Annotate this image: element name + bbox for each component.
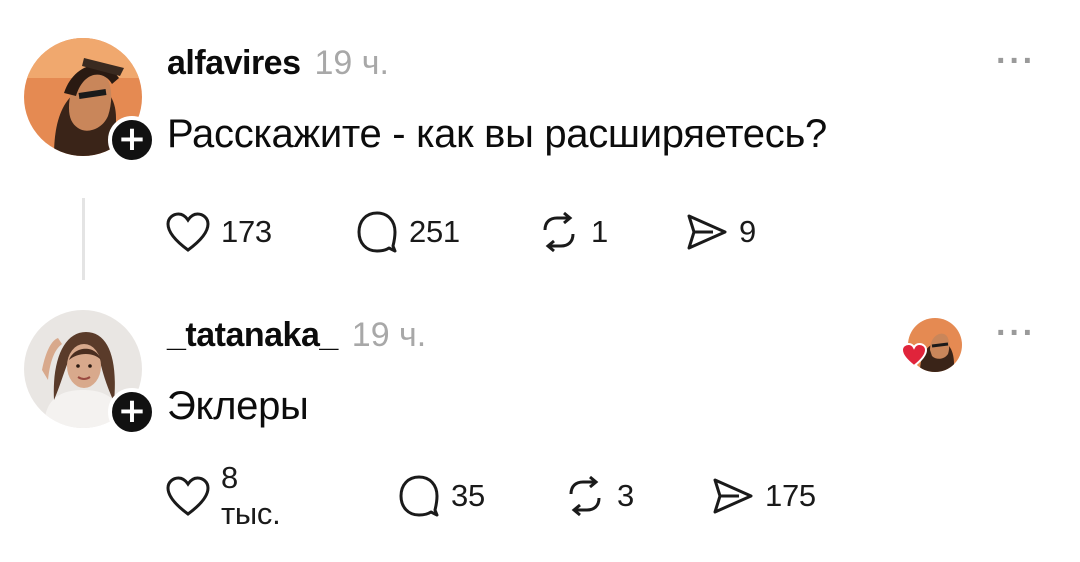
post-tatanaka: + _tatanaka_ 19 ч. ··· Эклеры 8 тыс. 35 …	[0, 290, 1080, 562]
like-count: 173	[221, 214, 272, 249]
comment-button[interactable]: 251	[355, 210, 460, 254]
comment-count: 35	[451, 478, 485, 513]
repost-icon	[537, 210, 581, 254]
like-button[interactable]: 8 тыс.	[165, 460, 281, 531]
comment-icon	[397, 474, 441, 518]
post-alfavires: + alfavires 19 ч. ··· Расскажите - как в…	[0, 0, 1080, 290]
heart-icon	[900, 342, 928, 373]
repost-button[interactable]: 1	[537, 210, 608, 254]
follow-plus-icon[interactable]: +	[108, 388, 156, 436]
comment-button[interactable]: 35	[397, 474, 485, 518]
author-avatar-container[interactable]: +	[22, 38, 156, 164]
username[interactable]: alfavires	[167, 44, 301, 83]
repost-button[interactable]: 3	[563, 474, 634, 518]
more-icon[interactable]: ···	[996, 42, 1036, 81]
author-liked-indicator	[900, 318, 962, 380]
like-button[interactable]: 173	[165, 210, 272, 254]
like-count: 8 тыс.	[221, 460, 281, 531]
thread-line	[82, 198, 85, 280]
timestamp: 19 ч.	[351, 316, 427, 354]
share-button[interactable]: 175	[711, 474, 816, 518]
more-icon[interactable]: ···	[996, 314, 1036, 353]
heart-icon	[165, 475, 211, 517]
post-header: alfavires 19 ч.	[167, 44, 389, 83]
send-icon	[685, 210, 729, 254]
share-button[interactable]: 9	[685, 210, 756, 254]
post-header: _tatanaka_ 19 ч.	[167, 316, 426, 355]
post-text: Эклеры	[167, 384, 309, 428]
username[interactable]: _tatanaka_	[167, 316, 338, 355]
author-avatar-container[interactable]: +	[22, 310, 156, 436]
timestamp: 19 ч.	[314, 44, 389, 82]
comment-count: 251	[409, 214, 460, 249]
send-icon	[711, 474, 755, 518]
share-count: 9	[739, 214, 756, 249]
repost-count: 1	[591, 214, 608, 249]
share-count: 175	[765, 478, 816, 513]
follow-plus-icon[interactable]: +	[108, 116, 156, 164]
repost-count: 3	[617, 478, 634, 513]
repost-icon	[563, 474, 607, 518]
post-text: Расскажите - как вы расширяетесь?	[167, 112, 827, 156]
heart-icon	[165, 211, 211, 253]
comment-icon	[355, 210, 399, 254]
